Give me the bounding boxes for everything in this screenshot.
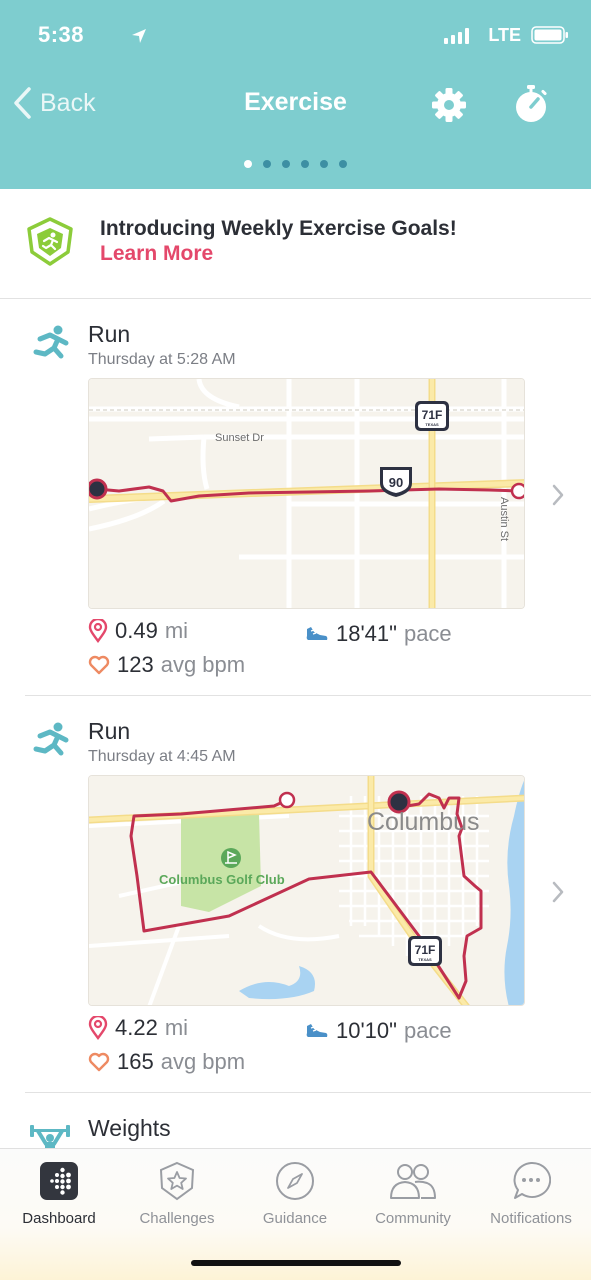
activity-card-run-2[interactable]: Run Thursday at 4:45 AM Columbus Columbu… xyxy=(0,696,591,1093)
page-dot xyxy=(301,160,309,168)
tab-community[interactable]: Community xyxy=(354,1157,472,1227)
chevron-right-icon[interactable] xyxy=(550,483,566,507)
pace-label: pace xyxy=(403,621,452,646)
pace-stat: 18'41" pace xyxy=(305,621,452,647)
activity-card-run-1[interactable]: Run Thursday at 5:28 AM Sunset Dr Austin… xyxy=(0,299,591,696)
map-label-street: Sunset Dr xyxy=(215,432,264,444)
route-map-canvas: Sunset Dr Austin St 71F TEXAS 90 xyxy=(89,379,524,608)
heart-rate-stat: 123 avg bpm xyxy=(88,652,245,678)
bpm-value: 165 xyxy=(117,1049,154,1074)
pace-value: 10'10" xyxy=(336,1018,397,1043)
learn-more-link[interactable]: Learn More xyxy=(100,242,213,266)
dashboard-icon xyxy=(40,1162,78,1200)
battery-icon xyxy=(531,26,568,44)
location-pin-icon xyxy=(88,619,108,643)
highway-shield-71f: 71F TEXAS xyxy=(408,936,442,966)
status-time: 5:38 xyxy=(38,22,85,47)
page-indicator xyxy=(0,160,591,168)
stopwatch-icon[interactable] xyxy=(512,84,550,124)
nav-bar: Back Exercise xyxy=(0,84,591,128)
bpm-label: avg bpm xyxy=(160,1049,246,1074)
network-type: LTE xyxy=(488,25,521,45)
svg-text:90: 90 xyxy=(389,475,403,490)
tab-label: Dashboard xyxy=(22,1210,96,1227)
pace-label: pace xyxy=(403,1018,452,1043)
tab-label: Challenges xyxy=(139,1210,215,1227)
svg-text:71F: 71F xyxy=(422,408,443,422)
location-pin-icon xyxy=(88,1016,108,1040)
shoe-icon xyxy=(306,627,328,640)
cell-signal-icon xyxy=(444,28,469,44)
tab-dashboard[interactable]: Dashboard xyxy=(0,1157,118,1227)
distance-stat: 4.22 mi xyxy=(88,1015,188,1041)
banner-headline: Introducing Weekly Exercise Goals! xyxy=(100,217,457,240)
distance-unit: mi xyxy=(164,1015,189,1040)
map-label-golf: Columbus Golf Club xyxy=(159,872,285,887)
speech-bubble-icon xyxy=(513,1161,551,1199)
tab-label: Community xyxy=(375,1210,451,1227)
shoe-icon xyxy=(306,1024,328,1037)
bpm-value: 123 xyxy=(117,652,154,677)
tab-guidance[interactable]: Guidance xyxy=(236,1157,354,1227)
heart-rate-stat: 165 avg bpm xyxy=(88,1049,245,1075)
pace-stat: 10'10" pace xyxy=(305,1018,452,1044)
distance-stat: 0.49 mi xyxy=(88,618,188,644)
distance-unit: mi xyxy=(164,618,189,643)
header-bar: 5:38 LTE Back Exercise xyxy=(0,0,591,189)
activity-time: Thursday at 5:28 AM xyxy=(88,351,236,368)
gear-icon[interactable] xyxy=(430,86,468,124)
highway-shield-71f: 71F TEXAS xyxy=(415,401,449,431)
activity-time: Thursday at 4:45 AM xyxy=(88,748,236,765)
chevron-right-icon[interactable] xyxy=(550,880,566,904)
tab-label: Notifications xyxy=(490,1210,572,1227)
tab-notifications[interactable]: Notifications xyxy=(472,1157,590,1227)
page-dot xyxy=(339,160,347,168)
home-indicator[interactable] xyxy=(191,1260,401,1266)
tab-label: Guidance xyxy=(262,1210,328,1227)
distance-value: 4.22 xyxy=(115,1015,158,1040)
distance-value: 0.49 xyxy=(115,618,158,643)
heart-icon xyxy=(88,655,110,675)
svg-text:TEXAS: TEXAS xyxy=(425,422,439,427)
route-map[interactable]: Sunset Dr Austin St 71F TEXAS 90 xyxy=(88,378,525,609)
route-map[interactable]: Columbus Columbus Golf Club 71F TEXAS xyxy=(88,775,525,1006)
run-icon xyxy=(33,722,69,756)
star-badge-icon xyxy=(159,1161,195,1201)
map-label-street: Austin St xyxy=(498,497,510,541)
page-dot xyxy=(263,160,271,168)
activity-name: Weights xyxy=(88,1115,171,1141)
page-dot xyxy=(282,160,290,168)
heart-icon xyxy=(88,1052,110,1072)
activity-card-weights[interactable]: Weights xyxy=(0,1093,591,1148)
weights-icon xyxy=(30,1125,70,1148)
svg-text:TEXAS: TEXAS xyxy=(418,957,432,962)
run-icon xyxy=(33,325,69,359)
page-dot xyxy=(320,160,328,168)
weekly-goals-banner[interactable]: Introducing Weekly Exercise Goals! Learn… xyxy=(0,189,591,299)
page-dot xyxy=(244,160,252,168)
exercise-goal-badge-icon xyxy=(27,217,73,266)
bpm-label: avg bpm xyxy=(160,652,246,677)
svg-text:71F: 71F xyxy=(415,943,436,957)
map-label-city: Columbus xyxy=(367,808,480,836)
status-bar: 5:38 LTE xyxy=(38,22,569,52)
tab-challenges[interactable]: Challenges xyxy=(118,1157,236,1227)
activity-name: Run xyxy=(88,321,131,347)
compass-icon xyxy=(276,1162,314,1200)
pace-value: 18'41" xyxy=(336,621,397,646)
location-arrow-icon xyxy=(132,29,146,43)
activity-name: Run xyxy=(88,718,131,744)
people-icon xyxy=(390,1164,436,1199)
route-map-canvas: Columbus Columbus Golf Club 71F TEXAS xyxy=(89,776,524,1005)
page-title: Exercise xyxy=(244,88,347,116)
